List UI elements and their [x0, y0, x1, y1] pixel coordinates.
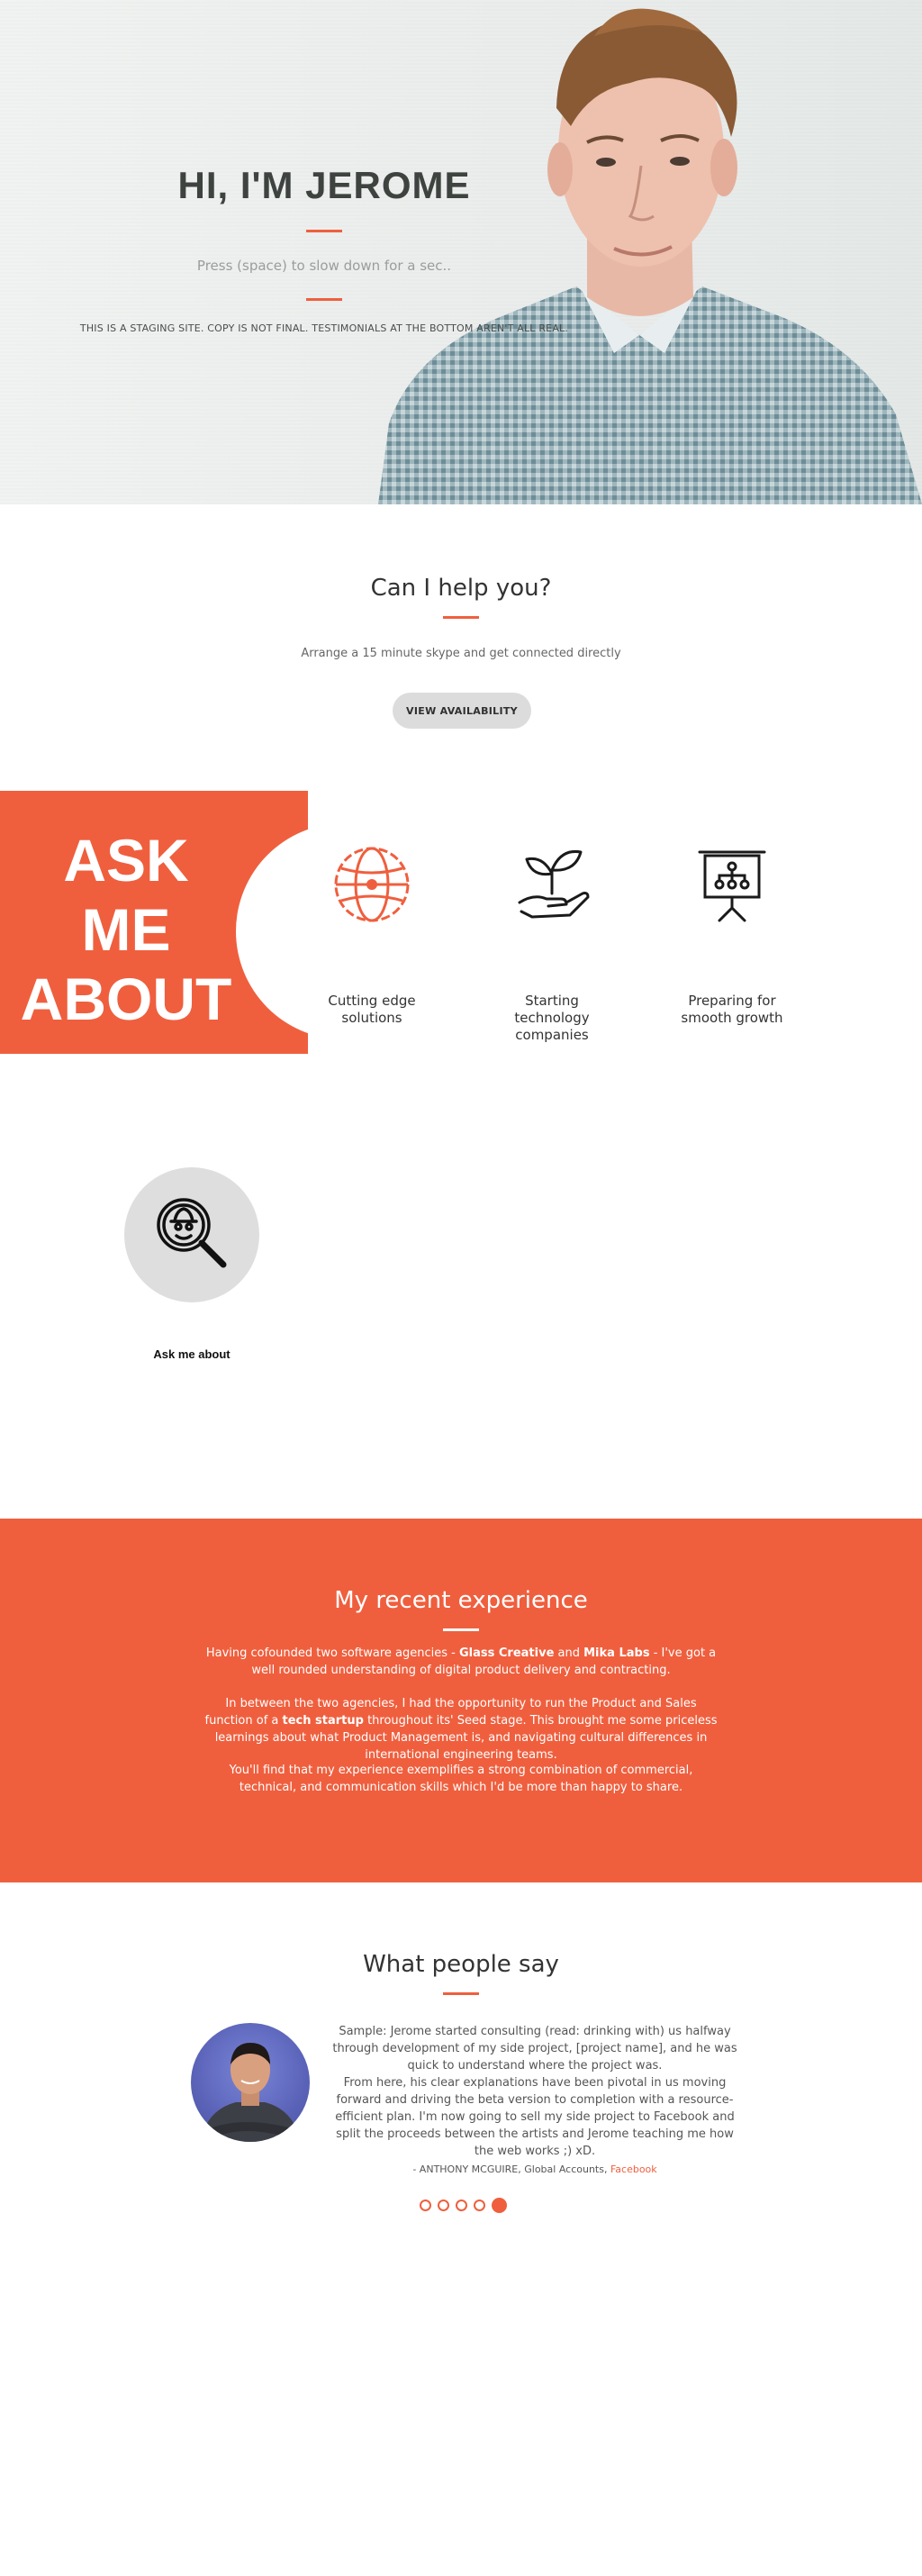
topic-label: Cutting edge solutions — [328, 993, 416, 1026]
testimonials-divider — [443, 1992, 479, 1995]
ask-word-me: ME — [81, 896, 171, 963]
hero-section: HI, I'M JEROME Press (space) to slow dow… — [0, 0, 922, 504]
agency-name: Glass Creative — [458, 1646, 555, 1660]
experience-paragraph-1: Having cofounded two software agencies -… — [200, 1645, 722, 1679]
ask-me-about-link[interactable]: Ask me about — [124, 1347, 259, 1361]
text: and — [554, 1646, 584, 1660]
spy-magnifier-icon — [157, 1198, 227, 1268]
ask-me-about-card[interactable] — [124, 1167, 259, 1302]
quote-paragraph-2: From here, his clear explanations have b… — [335, 2076, 735, 2158]
experience-paragraph-2: In between the two agencies, I had the o… — [200, 1695, 722, 1764]
hero-subtitle: Press (space) to slow down for a sec.. — [196, 258, 452, 274]
author: - ANTHONY MCGUIRE, Global Accounts, — [412, 2163, 610, 2175]
topic-label: Preparing for smooth growth — [681, 993, 783, 1026]
experience-paragraph-3: You'll find that my experience exemplifi… — [229, 1764, 693, 1794]
topic-smooth-growth: Preparing for smooth growth — [669, 843, 795, 1027]
agency-name: Mika Labs — [583, 1646, 650, 1660]
hero-subtitle-divider — [306, 298, 342, 301]
text: Having cofounded two software agencies - — [205, 1646, 459, 1660]
staging-notice: THIS IS A STAGING SITE. COPY IS NOT FINA… — [79, 322, 569, 334]
slider-dot-5[interactable] — [492, 2197, 507, 2213]
hero-portrait — [378, 8, 922, 504]
slider-dot-2[interactable] — [438, 2199, 449, 2211]
slider-dots — [420, 2197, 507, 2213]
testimonial-quote: Sample: Jerome started consulting (read:… — [328, 2023, 742, 2160]
experience-title: My recent experience — [334, 1587, 588, 1614]
experience-section: My recent experience Having cofounded tw… — [0, 1519, 922, 1882]
slider-dot-1[interactable] — [420, 2199, 431, 2211]
slider-dot-4[interactable] — [474, 2199, 485, 2211]
quote-paragraph-1: Sample: Jerome started consulting (read:… — [332, 2025, 737, 2073]
hero-title: HI, I'M JEROME — [177, 164, 471, 206]
ask-me-about-banner: ASK ME ABOUT — [0, 791, 308, 1054]
globe-icon — [334, 847, 410, 922]
highlight: tech startup — [282, 1714, 364, 1728]
slider-dot-3[interactable] — [456, 2199, 467, 2211]
ask-word-about: ABOUT — [20, 966, 232, 1032]
company-link[interactable]: Facebook — [610, 2163, 657, 2175]
plant-in-hand-icon — [518, 849, 590, 919]
help-divider — [443, 616, 479, 619]
testimonials-title: What people say — [363, 1951, 559, 1978]
topic-label: Starting technology companies — [514, 993, 590, 1043]
topic-starting-companies: Starting technology companies — [489, 843, 615, 1044]
testimonial-photo — [200, 2043, 301, 2142]
ask-word-ask: ASK — [63, 827, 189, 893]
testimonial-attribution: - ANTHONY MCGUIRE, Global Accounts, Face… — [328, 2163, 742, 2175]
help-title: Can I help you? — [370, 575, 552, 602]
help-text: Arrange a 15 minute skype and get connec… — [301, 647, 621, 660]
topic-cutting-edge: Cutting edge solutions — [309, 843, 435, 1027]
avatar — [191, 2023, 310, 2142]
experience-divider — [443, 1628, 479, 1631]
hero-title-divider — [306, 230, 342, 232]
view-availability-button[interactable]: VIEW AVAILABILITY — [393, 693, 531, 729]
presentation-board-icon — [698, 850, 766, 922]
